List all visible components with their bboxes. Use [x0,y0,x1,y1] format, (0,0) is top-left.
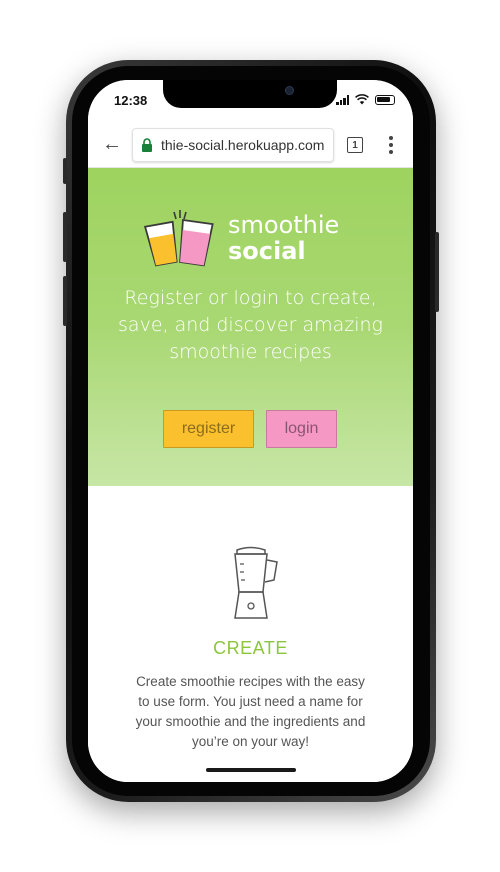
home-indicator[interactable] [206,768,296,772]
status-bar: 12:38 [88,80,413,122]
tab-count: 1 [352,139,358,151]
status-icons [336,94,395,105]
phone-screen: 12:38 ← thie-social.herokuapp.com 1 smoo… [88,80,413,782]
hero-section: smoothie social Register or login to cre… [88,168,413,486]
create-section: CREATE Create smoothie recipes with the … [88,486,413,782]
more-menu-icon[interactable] [388,134,394,156]
back-arrow-icon[interactable]: ← [102,133,122,156]
battery-icon [375,94,395,105]
browser-toolbar: ← thie-social.herokuapp.com 1 [88,122,413,168]
logo-wordmark: smoothie social [228,212,339,264]
create-description: Create smoothie recipes with the easy to… [135,674,366,749]
smoothie-cups-logo [144,210,214,267]
register-button[interactable]: register [163,410,254,448]
site-logo[interactable]: smoothie social [144,208,364,270]
signal-icon [336,94,349,105]
volume-up-button [63,212,67,262]
logo-line-social: social [228,237,306,265]
blender-icon [234,546,278,619]
login-button[interactable]: login [266,410,337,448]
hero-tagline: Register or login to create, save, and d… [118,287,383,363]
power-button [435,232,439,312]
create-heading: CREATE [213,638,288,658]
wifi-icon [355,94,369,105]
volume-down-button [63,276,67,326]
url-text: thie-social.herokuapp.com [161,137,325,153]
lock-icon [142,138,152,152]
status-time: 12:38 [114,93,148,108]
logo-line-smoothie: smoothie [228,211,340,239]
front-camera [285,86,294,95]
address-bar[interactable]: thie-social.herokuapp.com [132,128,334,162]
notch [163,80,337,108]
tabs-icon[interactable]: 1 [347,137,363,153]
mute-switch [63,158,67,184]
